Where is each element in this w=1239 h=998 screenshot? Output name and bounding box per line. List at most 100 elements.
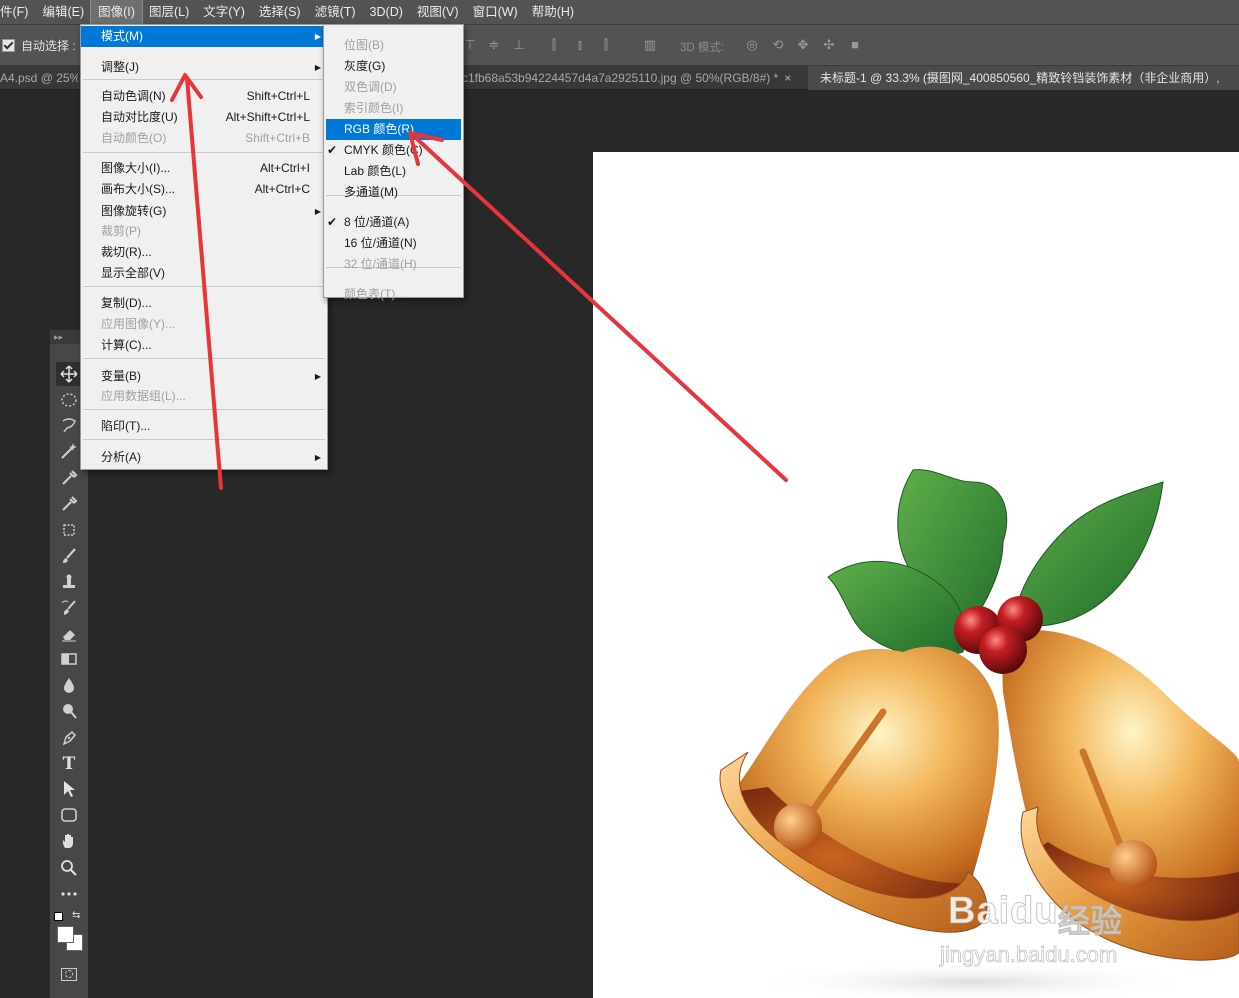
mode-submenu: 位图(B) 灰度(G) 双色调(D) 索引颜色(I) RGB 颜色(R) ✔ CMYK 颜色… [323,24,464,301]
foreground-color-swatch[interactable] [57,926,74,943]
pan-3d-icon[interactable]: ✥ [795,37,811,53]
menu-item-label: 应用图像(Y)... [101,317,175,331]
image-menu-item-6[interactable]: 画布大小(S)... Alt+Ctrl+C [81,179,327,200]
menu-item-label: 陷印(T)... [101,419,151,433]
mode-menu-item-2[interactable]: 双色调(D) [324,77,463,98]
move-tool-icon[interactable] [56,362,82,386]
image-menu-item-9[interactable]: 裁切(R)... [81,242,327,263]
auto-select-label: 自动选择 : [21,39,76,53]
tab-untitled-1[interactable]: 未标题-1 @ 33.3% (摄图网_400850560_精致铃铛装饰素材（非企… [808,66,1239,90]
eyedropper-icon[interactable] [56,466,82,490]
menubar-item-0[interactable]: 件(F) [0,0,35,24]
quick-mask-icon[interactable] [61,968,77,981]
submenu-arrow-icon: ▶ [314,453,321,462]
distribute-right-icon[interactable]: ⫿ [598,37,614,53]
eyedropper-alt-icon[interactable] [56,492,82,516]
mode-menu-item-10[interactable]: 32 位/通道(H) [324,254,463,275]
orbit-3d-icon[interactable]: ◎ [744,37,760,53]
mode-menu-item-0[interactable]: 位图(B) [324,35,463,56]
roll-3d-icon[interactable]: ⟲ [770,37,786,53]
align-bottom-icon[interactable]: ⊥ [511,37,527,53]
image-menu-item-11[interactable]: 复制(D)... [81,293,327,314]
gradient-tool-icon[interactable] [56,647,82,671]
image-menu-item-0[interactable]: 模式(M) ▶ [81,26,327,47]
type-tool-icon[interactable]: T [56,752,82,776]
image-menu-item-10[interactable]: 显示全部(V) [81,263,327,284]
history-brush-icon[interactable] [56,596,82,620]
distribute-hcenter-icon[interactable]: ⫾ [572,37,588,53]
menu-separator [83,358,325,359]
menubar-item-7[interactable]: 3D(D) [363,0,410,24]
brush-tool-icon[interactable] [56,544,82,568]
mode-menu-item-11[interactable]: 颜色表(T)... [324,284,463,305]
slide-3d-icon[interactable]: ✣ [821,37,837,53]
menubar-item-3[interactable]: 图层(L) [142,0,196,24]
blur-tool-icon[interactable] [56,673,82,697]
align-top-icon[interactable]: ⊤ [462,37,478,53]
mode-menu-item-6[interactable]: Lab 颜色(L) [324,161,463,182]
image-menu-item-2[interactable]: 自动色调(N) Shift+Ctrl+L [81,86,327,107]
image-menu-item-1[interactable]: 调整(J) ▶ [81,57,327,78]
shape-tool-icon[interactable] [56,803,82,827]
tab-jpg-doc[interactable]: c1fb68a53b94224457d4a7a2925110.jpg @ 50%… [462,66,804,90]
mode-menu-item-8[interactable]: ✔ 8 位/通道(A) [324,212,463,233]
marquee-tool-icon[interactable] [56,388,82,412]
tab-a4-psd[interactable]: A4.psd @ 25%( [0,66,78,90]
mode-3d-label: 3D 模式: [680,42,725,54]
stamp-tool-icon[interactable] [56,570,82,594]
watermark-product: 经验 [1057,903,1123,940]
menu-separator [83,79,325,80]
mode-menu-item-7[interactable]: 多通道(M) [324,182,463,203]
auto-select-checkbox[interactable] [2,39,15,52]
image-menu-item-4[interactable]: 自动颜色(O) Shift+Ctrl+B [81,128,327,149]
zoom-tool-icon[interactable] [56,856,82,880]
mode-menu-item-1[interactable]: 灰度(G) [324,56,463,77]
image-menu-item-7[interactable]: 图像旋转(G) ▶ [81,201,327,222]
image-menu-item-15[interactable]: 应用数据组(L)... [81,386,327,407]
path-select-icon[interactable] [56,777,82,801]
menu-item-label: 分析(A) [101,450,141,464]
mode-menu-item-3[interactable]: 索引颜色(I) [324,98,463,119]
more-tools-icon[interactable] [56,882,82,906]
image-menu-item-17[interactable]: 分析(A) ▶ [81,447,327,468]
menu-item-shortcut: Alt+Ctrl+I [259,161,310,175]
menubar-item-4[interactable]: 文字(Y) [196,0,252,24]
mode-menu-item-9[interactable]: 16 位/通道(N) [324,233,463,254]
image-menu-item-13[interactable]: 计算(C)... [81,335,327,356]
document-canvas[interactable] [593,152,1239,998]
image-menu-item-5[interactable]: 图像大小(I)... Alt+Ctrl+I [81,158,327,179]
menubar-item-5[interactable]: 选择(S) [252,0,308,24]
magic-wand-icon[interactable] [56,439,82,463]
menubar-item-9[interactable]: 窗口(W) [466,0,525,24]
image-menu-item-8[interactable]: 裁剪(P) [81,221,327,242]
menubar-item-6[interactable]: 滤镜(T) [308,0,363,24]
menu-item-label: 8 位/通道(A) [344,215,410,229]
menubar-item-2[interactable]: 图像(I) [90,0,143,25]
distribute-left-icon[interactable]: ⫿ [546,37,562,53]
image-menu-item-3[interactable]: 自动对比度(U) Alt+Shift+Ctrl+L [81,107,327,128]
hand-tool-icon[interactable] [56,829,82,853]
swap-colors-icon[interactable]: ⇆ [72,910,80,921]
pen-tool-icon[interactable] [56,726,82,750]
lasso-tool-icon[interactable] [56,413,82,437]
mode-menu-item-4[interactable]: RGB 颜色(R) [326,119,461,140]
image-menu-item-12[interactable]: 应用图像(Y)... [81,314,327,335]
color-swatches[interactable]: ⇆ [54,910,84,954]
menubar-item-10[interactable]: 帮助(H) [525,0,581,24]
auto-align-icon[interactable]: ▥ [642,37,658,53]
menubar-item-8[interactable]: 视图(V) [410,0,466,24]
image-menu-item-16[interactable]: 陷印(T)... [81,416,327,437]
align-vcenter-icon[interactable]: ≑ [486,37,502,53]
camera-3d-icon[interactable]: ■ [847,37,863,53]
menu-bar: 件(F) 编辑(E) 图像(I) 图层(L) 文字(Y) 选择(S) 滤镜(T) 3D(D) 视… [0,0,1239,25]
eraser-tool-icon[interactable] [56,622,82,646]
menubar-item-1[interactable]: 编辑(E) [35,0,91,24]
image-menu-item-14[interactable]: 变量(B) ▶ [81,366,327,387]
auto-select-option[interactable]: 自动选择 : [2,37,76,54]
default-colors-icon[interactable] [54,912,63,921]
close-icon[interactable]: × [784,71,791,85]
menu-item-label: 应用数据组(L)... [101,389,186,403]
mode-menu-item-5[interactable]: ✔ CMYK 颜色(C) [324,140,463,161]
dodge-tool-icon[interactable] [56,699,82,723]
crop-tool-icon[interactable] [56,518,82,542]
